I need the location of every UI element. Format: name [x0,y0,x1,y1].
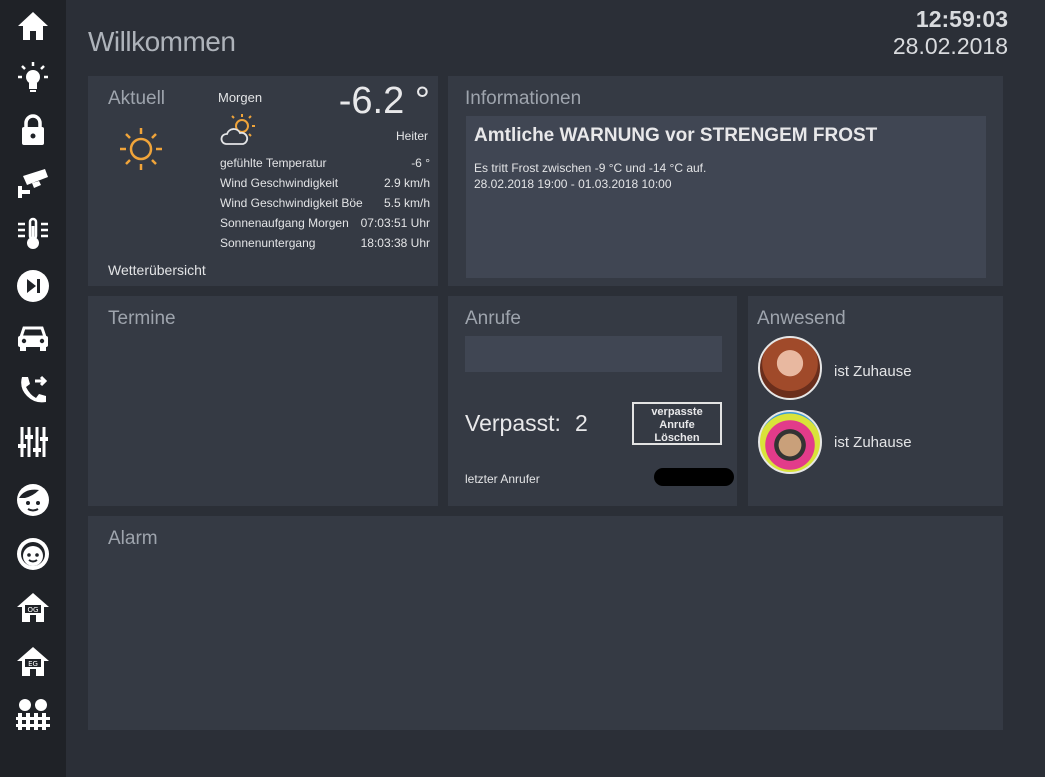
calls-list [465,336,722,372]
clock-time: 12:59:03 [915,6,1008,32]
button-line: Löschen [654,432,700,444]
nav-media[interactable] [0,260,66,312]
partly-cloudy-icon [220,114,255,145]
weather-row-label: gefühlte Temperatur [220,156,327,170]
calls-title: Anrufe [465,308,521,329]
weather-row: gefühlte Temperatur -6 ° [220,156,430,170]
missed-calls-count: 2 [575,410,588,436]
presence-panel: Anwesend ist Zuhause ist Zuhause [748,296,1003,506]
missed-calls-label: Verpasst: [465,410,561,436]
sidebar: OG EG [0,0,66,777]
phone-forward-icon [21,375,48,403]
clock-date: 28.02.2018 [892,33,1008,59]
weather-panel: Aktuell Morgen -6.2 ° Heiter gefühlte Te… [88,76,438,286]
presence-status: ist Zuhause [834,363,912,380]
weather-row: Wind Geschwindigkeit Böe 5.5 km/h [220,196,430,210]
page-title: Willkommen [88,26,236,57]
garden-fence-icon [16,699,50,730]
presence-title: Anwesend [757,308,846,329]
play-skip-icon [17,270,49,302]
weather-row-label: Sonnenuntergang [220,236,316,250]
home-icon [18,12,48,40]
weather-title: Aktuell [108,88,166,109]
weather-condition: Heiter [395,129,428,143]
security-camera-icon [18,169,48,198]
nav-lock[interactable] [0,104,66,156]
avatar [758,336,822,400]
sun-icon [120,128,162,170]
alarm-title: Alarm [108,528,158,549]
house-eg-icon: EG [17,647,49,676]
weather-row-value: 2.9 km/h [383,176,430,190]
nav-house-eg[interactable]: EG [0,636,66,688]
weather-overview-link[interactable]: Wetterübersicht [108,262,206,278]
button-line: verpasste [651,406,703,418]
weather-row-label: Wind Geschwindigkeit Böe [220,196,363,210]
nav-mixer[interactable] [0,416,66,468]
nav-phone[interactable] [0,364,66,416]
weather-row-value: 07:03:51 Uhr [360,216,430,230]
warning-box: Amtliche WARNUNG vor STRENGEM FROST Es t… [466,116,986,278]
nav-garden[interactable] [0,688,66,740]
nav-person-2[interactable] [0,528,66,580]
alarm-panel: Alarm [88,516,1003,730]
last-caller-label: letzter Anrufer [465,472,540,486]
nav-car[interactable] [0,312,66,364]
termine-panel: Termine [88,296,438,506]
house-og-icon: OG [17,593,49,622]
mixer-sliders-icon [18,427,48,457]
redacted-caller [654,468,734,486]
calls-panel: Anrufe Verpasst: 2 verpasste Anrufe Lösc… [448,296,737,506]
car-icon [18,326,48,351]
lightbulb-icon [18,62,48,92]
child-face-icon [17,538,49,570]
nav-home[interactable] [0,0,66,52]
clock: 12:59:03 28.02.2018 [893,6,1008,60]
warning-line-2: 28.02.2018 19:00 - 01.03.2018 10:00 [474,177,672,191]
lock-icon [22,114,44,145]
info-panel: Informationen Amtliche WARNUNG vor STREN… [448,76,1003,286]
thermometer-icon [18,217,48,249]
warning-headline: Amtliche WARNUNG vor STRENGEM FROST [474,125,878,146]
tomorrow-label: Morgen [218,90,263,105]
info-title: Informationen [465,88,582,109]
weather-row: Sonnenaufgang Morgen 07:03:51 Uhr [220,216,430,230]
button-line: Anrufe [659,419,695,431]
nav-climate[interactable] [0,208,66,260]
presence-status: ist Zuhause [834,434,912,451]
weather-row-label: Wind Geschwindigkeit [220,176,339,190]
weather-row-value: 18:03:38 Uhr [360,236,430,250]
termine-title: Termine [108,308,176,329]
warning-line-1: Es tritt Frost zwischen -9 °C und -14 °C… [474,161,707,175]
nav-person-1[interactable] [0,474,66,526]
svg-text:OG: OG [28,606,39,614]
nav-house-og[interactable]: OG [0,582,66,634]
avatar [758,410,822,474]
delete-missed-calls-button[interactable]: verpasste Anrufe Löschen [632,402,722,445]
weather-row: Sonnenuntergang 18:03:38 Uhr [220,236,430,250]
current-temperature: -6.2 ° [338,80,430,122]
weather-row-value: 5.5 km/h [383,196,430,210]
svg-text:EG: EG [28,660,38,668]
nav-lights[interactable] [0,52,66,104]
nav-camera[interactable] [0,156,66,208]
face-icon [17,484,49,516]
weather-row-value: -6 ° [411,156,430,170]
weather-row-label: Sonnenaufgang Morgen [220,216,349,230]
weather-row: Wind Geschwindigkeit 2.9 km/h [220,176,430,190]
